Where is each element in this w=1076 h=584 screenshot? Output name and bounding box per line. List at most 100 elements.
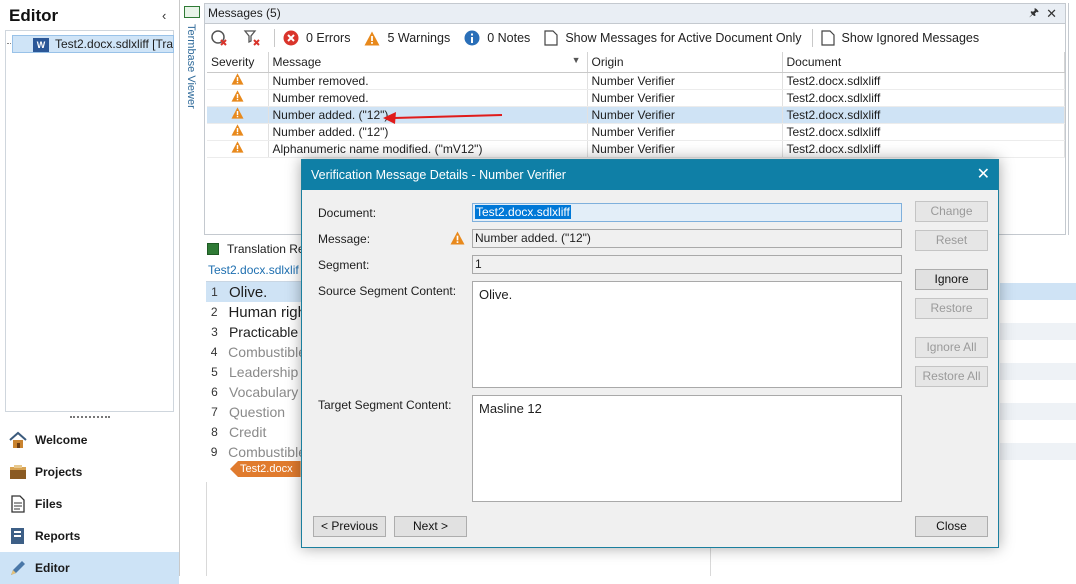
nav-files[interactable]: Files	[0, 488, 179, 520]
document-field[interactable]: Test2.docx.sdlxliff	[472, 203, 902, 222]
row-band	[1000, 443, 1076, 460]
navigation-panel: Editor ‹ W Test2.docx.sdlxliff [Tran Wel…	[0, 0, 180, 584]
segment-row[interactable]: 1 Olive.	[206, 282, 306, 302]
messages-toolbar: 0 Errors 5 Warnings 0 Notes Show Message…	[205, 25, 1065, 51]
change-button[interactable]: Change	[915, 201, 988, 222]
ignore-all-button[interactable]: Ignore All	[915, 337, 988, 358]
termbase-tab-label: Termbase Viewer	[185, 24, 197, 109]
toolbar-separator	[274, 29, 275, 47]
segment-text: Combustible	[228, 344, 306, 360]
show-ignored-label: Show Ignored Messages	[841, 31, 980, 45]
editor-icon	[8, 558, 28, 578]
segment-row[interactable]: 7 Question	[206, 402, 306, 422]
column-header-document[interactable]: Document	[782, 52, 1065, 73]
segment-number: 2	[210, 305, 218, 319]
target-content-textarea[interactable]: Masline 12	[472, 395, 902, 502]
errors-filter[interactable]: 0 Errors	[283, 30, 350, 46]
close-button[interactable]: Close	[915, 516, 988, 537]
notes-count: 0 Notes	[487, 31, 531, 45]
clear-messages-icon	[210, 29, 228, 47]
column-header-origin[interactable]: Origin	[587, 52, 783, 73]
active-document-only-label: Show Messages for Active Document Only	[565, 31, 802, 45]
nav-projects[interactable]: Projects	[0, 456, 179, 488]
warnings-count: 5 Warnings	[387, 31, 451, 45]
origin-cell: Number Verifier	[587, 140, 783, 158]
pin-icon[interactable]: 🖈	[1029, 4, 1039, 23]
segment-row[interactable]: 9 Combustible	[206, 442, 306, 462]
segment-text: Credit	[229, 424, 267, 440]
document-label: Document:	[318, 206, 377, 220]
segment-text: Human righ	[228, 303, 306, 321]
source-content-textarea[interactable]: Olive.	[472, 281, 902, 388]
reset-button[interactable]: Reset	[915, 230, 988, 251]
column-header-label: Message	[272, 54, 322, 69]
document-cell: Test2.docx.sdlxliff	[782, 89, 1065, 107]
nav-editor[interactable]: Editor	[0, 552, 179, 584]
editor-right-pane	[1000, 283, 1076, 483]
collapse-panel-icon[interactable]: ‹	[162, 8, 166, 23]
segment-number: 8	[211, 425, 218, 439]
document-tab[interactable]: Test2.docx.sdlxlif	[208, 263, 299, 277]
editor-grid: 1 Olive. 2 Human righ 3 Practicable f 4 …	[206, 282, 306, 482]
termbase-viewer-tab[interactable]: Termbase Viewer	[181, 0, 203, 118]
filter-messages-button[interactable]	[243, 29, 268, 47]
messages-header: Messages (5) 🖈 ✕	[205, 4, 1065, 24]
segment-field[interactable]: 1	[472, 255, 902, 274]
ignore-button[interactable]: Ignore	[915, 269, 988, 290]
nav-label: Welcome	[35, 433, 88, 447]
restore-all-button[interactable]: Restore All	[915, 366, 988, 387]
origin-cell: Number Verifier	[587, 123, 783, 141]
show-ignored-toggle[interactable]: Show Ignored Messages	[820, 30, 980, 46]
warning-icon	[207, 106, 269, 124]
table-row[interactable]: Number removed. Number Verifier Test2.do…	[207, 89, 1065, 107]
dialog-close-icon[interactable]: ✕	[977, 160, 990, 190]
table-row-selected[interactable]: Number added. ("12") Number Verifier Tes…	[207, 106, 1065, 124]
restore-button[interactable]: Restore	[915, 298, 988, 319]
document-cell: Test2.docx.sdlxliff	[782, 123, 1065, 141]
message-field[interactable]: Number added. ("12")	[472, 229, 902, 248]
close-pane-icon[interactable]: ✕	[1046, 4, 1057, 23]
word-doc-icon: W	[33, 38, 49, 52]
messages-title: Messages (5)	[208, 6, 281, 20]
verification-details-dialog: Verification Message Details - Number Ve…	[301, 159, 999, 548]
nav-reports[interactable]: Reports	[0, 520, 179, 552]
document-icon	[820, 30, 835, 46]
document-value: Test2.docx.sdlxliff	[475, 205, 571, 219]
notes-filter[interactable]: 0 Notes	[464, 30, 530, 46]
previous-button[interactable]: < Previous	[313, 516, 386, 537]
clear-messages-button[interactable]	[210, 29, 235, 47]
column-header-severity[interactable]: Severity	[207, 52, 269, 73]
segment-row[interactable]: 4 Combustible	[206, 342, 306, 362]
translation-results-title: Translation Re	[227, 242, 305, 256]
termbase-icon	[184, 6, 200, 18]
column-header-message[interactable]: Message ▼	[268, 52, 588, 73]
warning-icon	[207, 140, 269, 158]
table-row[interactable]: Number added. ("12") Number Verifier Tes…	[207, 123, 1065, 141]
table-row[interactable]: Alphanumeric name modified. ("mV12") Num…	[207, 140, 1065, 158]
table-row[interactable]: Number removed. Number Verifier Test2.do…	[207, 72, 1065, 90]
splitter-grip[interactable]	[70, 416, 110, 420]
segment-row[interactable]: 2 Human righ	[206, 302, 306, 322]
nav-label: Editor	[35, 561, 70, 575]
sort-dropdown-icon[interactable]: ▼	[572, 55, 581, 65]
nav-welcome[interactable]: Welcome	[0, 424, 179, 456]
segment-number: 1	[211, 285, 218, 299]
segment-row[interactable]: 3 Practicable f	[206, 322, 306, 342]
errors-count: 0 Errors	[306, 31, 351, 45]
side-pane-edge	[1068, 3, 1076, 235]
row-band	[1000, 363, 1076, 380]
message-cell: Number removed.	[268, 72, 588, 90]
tree-item-document[interactable]: W Test2.docx.sdlxliff [Tran	[12, 35, 174, 53]
projects-icon	[8, 462, 28, 482]
segment-row[interactable]: 8 Credit	[206, 422, 306, 442]
warning-icon	[207, 89, 269, 107]
warnings-filter[interactable]: 5 Warnings	[364, 31, 450, 46]
active-document-only-toggle[interactable]: Show Messages for Active Document Only	[544, 30, 802, 46]
target-content-label: Target Segment Content:	[318, 398, 452, 412]
dialog-title: Verification Message Details - Number Ve…	[311, 168, 566, 182]
next-button[interactable]: Next >	[394, 516, 467, 537]
segment-row[interactable]: 5 Leadership	[206, 362, 306, 382]
nav-label: Projects	[35, 465, 83, 479]
segment-row[interactable]: 6 Vocabulary	[206, 382, 306, 402]
segment-text: Combustible	[228, 444, 306, 460]
